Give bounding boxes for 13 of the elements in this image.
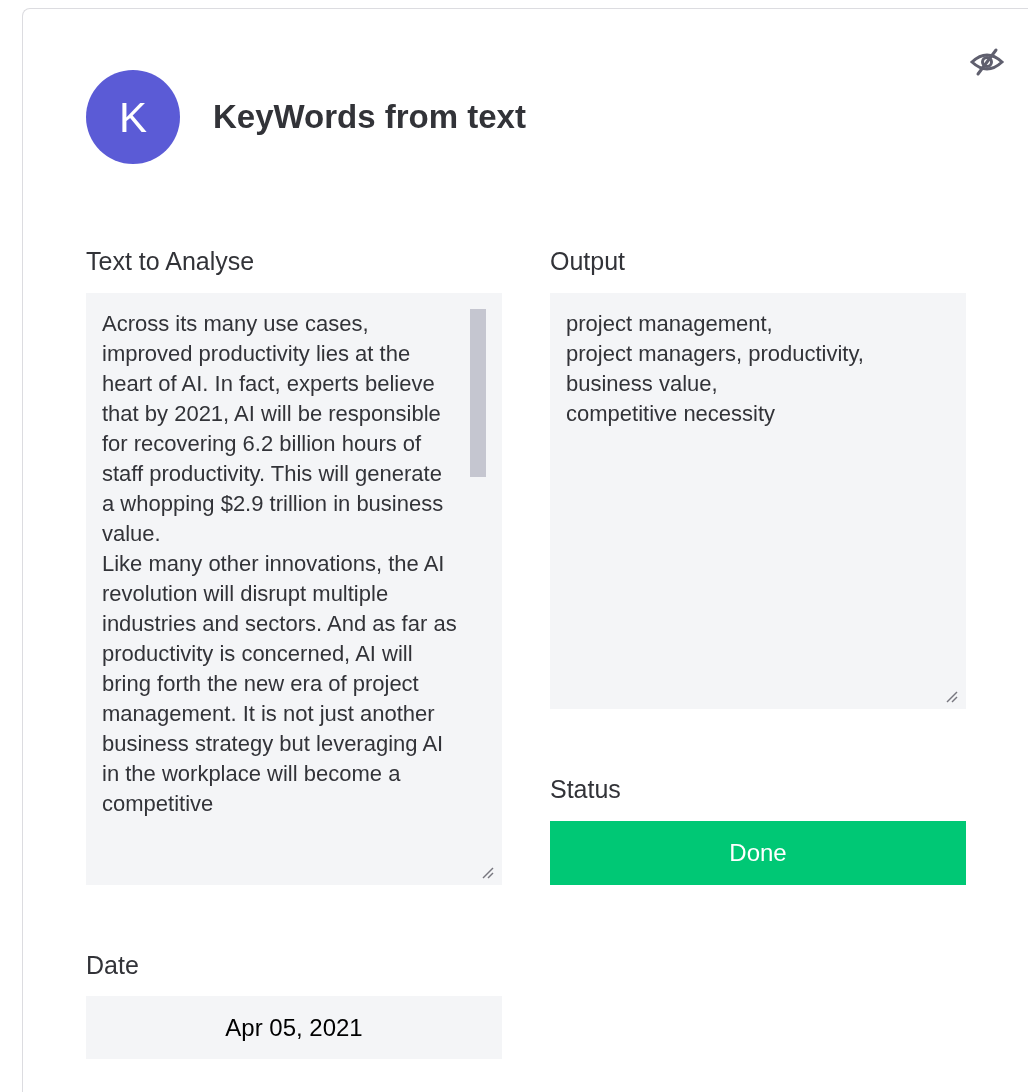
scrollbar-thumb[interactable] bbox=[470, 309, 486, 477]
field-label: Status bbox=[550, 774, 622, 805]
resize-grip-icon[interactable] bbox=[482, 867, 494, 879]
date-field[interactable]: Apr 05, 2021 bbox=[86, 996, 502, 1059]
hidden-eye-icon[interactable] bbox=[969, 47, 1005, 77]
avatar: K bbox=[86, 70, 180, 164]
output-area[interactable]: project management, project managers, productivity, business value, competitive necessity bbox=[550, 293, 966, 709]
resize-grip-icon[interactable] bbox=[946, 691, 958, 703]
text-area[interactable]: Across its many use cases, improved productivity lies at the heart of AI. In fact, experts believe that by 2021, AI will be responsible for recovering 6.2 billion hours of staff productivity. This will generate a whopping $2.9 trillion in business value. Like many other innovations, the AI revolution will disrupt multiple industries and sectors. And as far as productivity is concerned, AI will bring forth the new era of project management. It is not just another business strategy but leveraging AI in the workplace will become a competitive bbox=[86, 293, 502, 885]
field-label: Date bbox=[86, 950, 140, 981]
page-title: KeyWords from text bbox=[213, 97, 526, 138]
field-label: Text to Analyse bbox=[86, 246, 256, 277]
field-label: Output bbox=[550, 246, 627, 277]
